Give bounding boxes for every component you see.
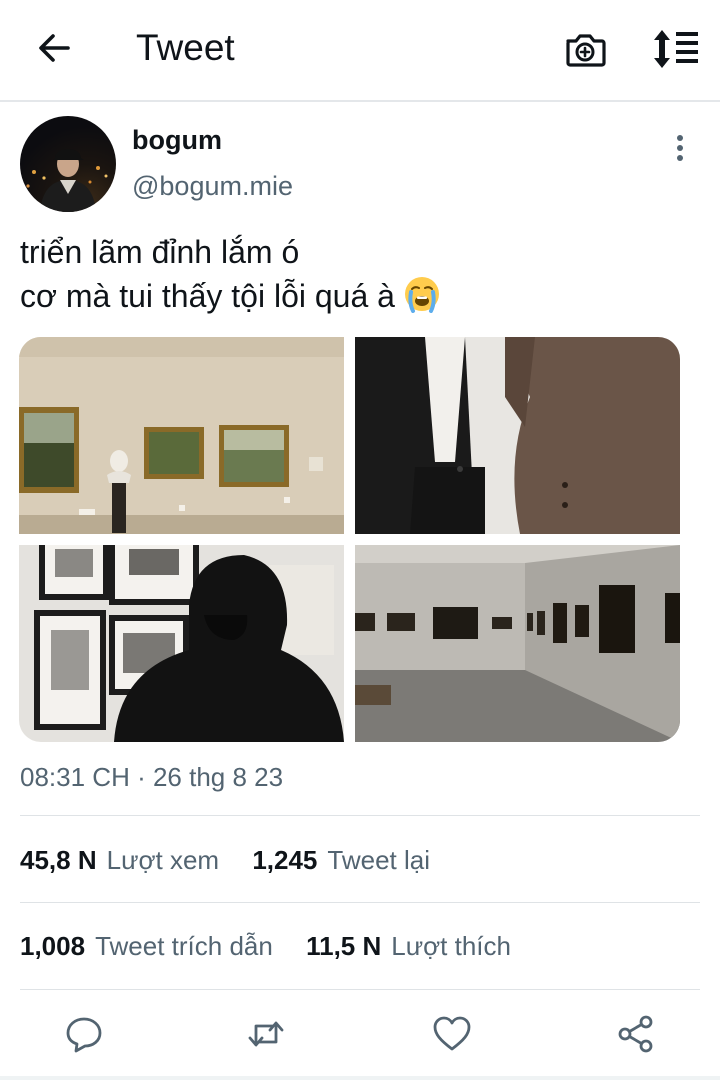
likes-count: 11,5 N — [306, 931, 382, 961]
more-options-icon[interactable] — [666, 132, 694, 164]
photo-visitor-sketches[interactable] — [19, 545, 344, 742]
retweets-count: 1,245 — [252, 845, 318, 875]
divider — [20, 902, 700, 903]
tweet-text: triển lãm đỉnh lắm ó cơ mà tui thấy tội … — [20, 230, 441, 318]
likes-stat[interactable]: 11,5 N Lượt thích — [306, 929, 511, 963]
views-count: 45,8 N — [20, 845, 97, 875]
page-title: Tweet — [136, 27, 235, 68]
back-arrow-icon[interactable] — [34, 28, 74, 68]
retweets-label: Tweet lại — [327, 845, 431, 875]
quote-tweets-stat[interactable]: 1,008 Tweet trích dẫn — [20, 929, 273, 963]
views-stat[interactable]: 45,8 N Lượt xem — [20, 843, 219, 877]
camera-icon[interactable] — [562, 26, 608, 72]
photo-dark-gallery-hall[interactable] — [355, 545, 680, 742]
retweets-stat[interactable]: 1,245 Tweet lại — [252, 843, 430, 877]
tweet-timestamp[interactable]: 08:31 CH · 26 thg 8 23 — [20, 760, 283, 794]
author-handle[interactable]: @bogum.mie — [132, 170, 293, 202]
stats-row-views-retweets: 45,8 N Lượt xem 1,245 Tweet lại — [20, 843, 456, 877]
photo-gallery-paintings[interactable] — [19, 337, 344, 534]
sort-list-icon[interactable] — [650, 26, 700, 72]
author-display-name[interactable]: bogum — [132, 124, 222, 156]
quote-tweets-count: 1,008 — [20, 931, 86, 961]
retweet-icon[interactable] — [246, 1014, 286, 1054]
stats-row-quotes-likes: 1,008 Tweet trích dẫn 11,5 N Lượt thích — [20, 929, 537, 963]
tweet-text-line-1: triển lãm đỉnh lắm ó — [20, 234, 300, 270]
bottom-divider — [0, 1076, 720, 1080]
tweet-text-line-2-text: cơ mà tui thấy tội lỗi quá à — [20, 278, 395, 314]
likes-label: Lượt thích — [391, 931, 511, 961]
reply-icon[interactable] — [64, 1014, 104, 1054]
top-app-bar: Tweet — [0, 0, 720, 102]
divider — [20, 989, 700, 990]
like-heart-icon[interactable] — [432, 1014, 472, 1054]
share-icon[interactable] — [616, 1014, 656, 1054]
crying-face-emoji-icon — [403, 275, 441, 313]
photo-couple-suits[interactable] — [355, 337, 680, 534]
avatar[interactable] — [20, 116, 116, 212]
quote-tweets-label: Tweet trích dẫn — [95, 931, 273, 961]
tweet-text-line-2: cơ mà tui thấy tội lỗi quá à — [20, 274, 441, 318]
divider — [20, 815, 700, 816]
views-label: Lượt xem — [106, 845, 220, 875]
